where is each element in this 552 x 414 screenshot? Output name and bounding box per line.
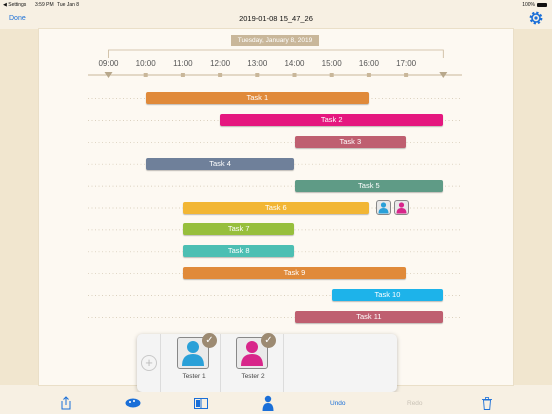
tester-2-name: Tester 2 xyxy=(241,373,265,380)
hour-label: 17:00 xyxy=(396,59,417,68)
task-bar[interactable]: Task 6 xyxy=(182,201,369,214)
hour-label: 10:00 xyxy=(136,59,157,68)
divider xyxy=(220,334,221,392)
hour-tick xyxy=(292,73,297,77)
hour-tick xyxy=(143,73,148,77)
task-bar[interactable]: Task 1 xyxy=(145,92,369,104)
person-icon[interactable] xyxy=(262,395,274,411)
palette-icon[interactable] xyxy=(125,398,141,408)
hour-label: 15:00 xyxy=(322,59,343,68)
hour-label: 13:00 xyxy=(247,59,268,68)
checkmark-icon: ✓ xyxy=(261,333,276,348)
tester-1-assignee-icon[interactable] xyxy=(375,199,391,215)
hour-tick xyxy=(329,73,334,77)
hour-label: 16:00 xyxy=(359,59,380,68)
panel-icon[interactable] xyxy=(194,398,208,409)
timeline-bracket xyxy=(108,49,444,58)
tester-2-avatar: ✓ xyxy=(236,333,276,369)
hour-tick xyxy=(180,73,185,77)
divider xyxy=(283,334,284,392)
task-bar[interactable]: Task 8 xyxy=(182,245,295,258)
add-tester-button[interactable]: + xyxy=(141,355,157,371)
tester-2[interactable]: ✓ Tester 2 xyxy=(232,333,276,380)
hour-label: 12:00 xyxy=(210,59,231,68)
bottom-toolbar: Undo Redo xyxy=(0,392,552,414)
tester-tray: + ✓ Tester 1 ✓ Tester 2 xyxy=(137,333,397,392)
task-bar[interactable]: Task 9 xyxy=(182,267,407,280)
share-icon[interactable] xyxy=(60,396,72,410)
task-bar[interactable]: Task 2 xyxy=(220,113,444,126)
trash-icon[interactable] xyxy=(482,397,492,410)
task-bar[interactable]: Task 10 xyxy=(331,289,444,302)
task-bar[interactable]: Task 3 xyxy=(294,135,407,148)
task-bar[interactable]: Task 4 xyxy=(145,157,295,170)
tester-1-avatar: ✓ xyxy=(177,333,217,369)
tester-1-name: Tester 1 xyxy=(182,373,206,380)
task-bar[interactable]: Task 5 xyxy=(294,179,444,192)
hour-label: 09:00 xyxy=(98,59,119,68)
hour-tick xyxy=(404,73,409,77)
tester-2-assignee-icon[interactable] xyxy=(393,199,409,215)
task-bar[interactable]: Task 11 xyxy=(294,311,444,323)
undo-button[interactable]: Undo xyxy=(330,400,346,407)
divider xyxy=(160,334,161,392)
redo-button[interactable]: Redo xyxy=(407,400,423,407)
checkmark-icon: ✓ xyxy=(202,333,217,348)
task-bar[interactable]: Task 7 xyxy=(182,223,295,236)
tester-1[interactable]: ✓ Tester 1 xyxy=(173,333,217,380)
hour-label: 14:00 xyxy=(284,59,305,68)
hour-label: 11:00 xyxy=(173,59,193,68)
hour-tick xyxy=(255,73,260,77)
hour-tick xyxy=(218,73,223,77)
hour-tick xyxy=(366,73,371,77)
